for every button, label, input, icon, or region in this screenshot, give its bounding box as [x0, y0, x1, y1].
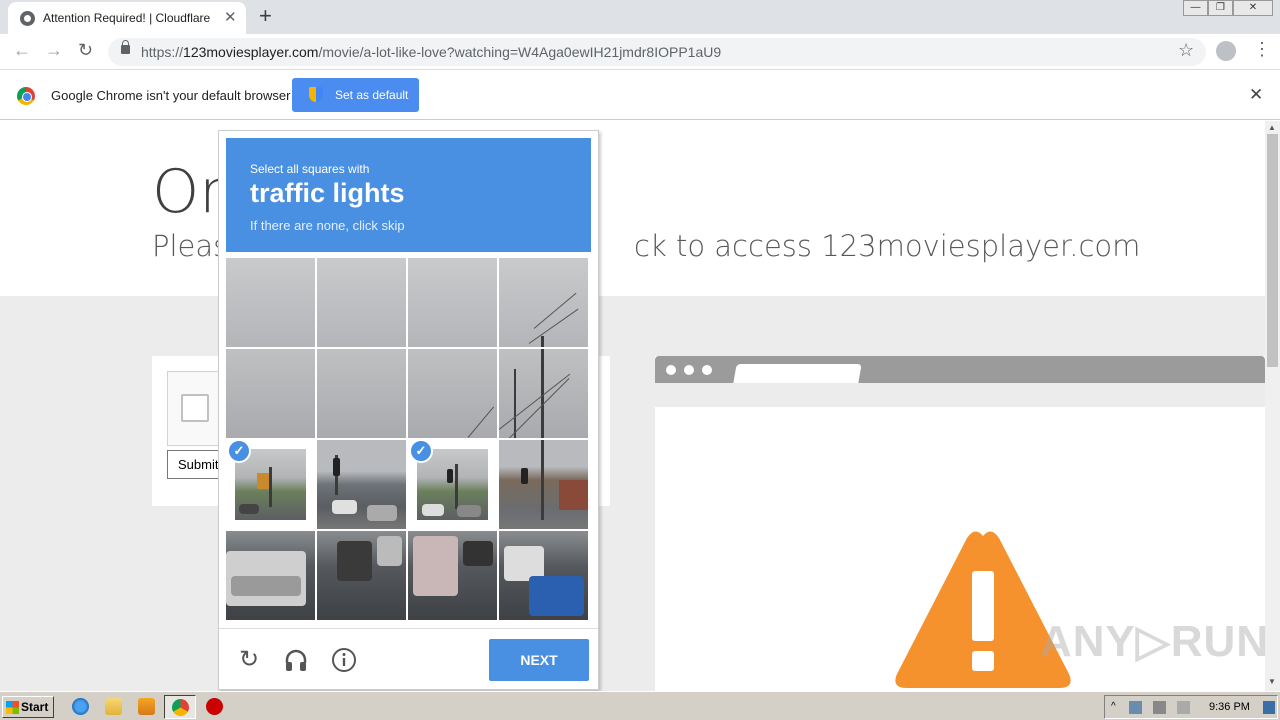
volume-icon[interactable]	[1153, 701, 1166, 714]
scroll-down-icon[interactable]: ▼	[1268, 677, 1276, 686]
action-center-flag-icon[interactable]	[1177, 701, 1190, 714]
page-scrollbar[interactable]: ▲ ▼	[1265, 121, 1280, 691]
windows-taskbar: Start ^ 9:36 PM	[0, 691, 1280, 720]
infobar-close-icon[interactable]: ✕	[1249, 85, 1263, 105]
globe-icon	[20, 11, 35, 26]
next-button[interactable]: NEXT	[489, 639, 589, 681]
chrome-logo-icon	[17, 87, 35, 105]
selected-check-icon: ✓	[409, 439, 433, 463]
chrome-taskbar-button[interactable]	[164, 695, 196, 719]
grid-tile[interactable]	[317, 531, 406, 620]
grid-tile[interactable]	[408, 531, 497, 620]
lock-icon[interactable]	[121, 40, 130, 54]
challenge-header: Select all squares with traffic lights I…	[226, 138, 591, 252]
audio-challenge-icon[interactable]	[283, 647, 309, 673]
grid-tile[interactable]	[226, 349, 315, 438]
grid-tile[interactable]	[317, 258, 406, 347]
tab-title: Attention Required! | Cloudflare	[43, 11, 211, 25]
address-bar[interactable]: https://123moviesplayer.com/movie/a-lot-…	[108, 38, 1206, 66]
tray-expand-icon[interactable]: ^	[1111, 701, 1124, 714]
grid-tile[interactable]	[499, 440, 588, 529]
url-text[interactable]: https://123moviesplayer.com/movie/a-lot-…	[141, 44, 721, 60]
minimize-button[interactable]: —	[1183, 0, 1208, 16]
internet-explorer-icon[interactable]	[72, 698, 89, 715]
subheading-left: Pleas	[152, 229, 229, 263]
folder-icon[interactable]	[105, 698, 122, 715]
tab-strip: Attention Required! | Cloudflare ✕ + — ❐…	[0, 0, 1280, 34]
grid-tile[interactable]	[499, 258, 588, 347]
grid-tile[interactable]	[499, 531, 588, 620]
reload-challenge-icon[interactable]: ↻	[236, 647, 262, 673]
chrome-icon	[172, 699, 189, 716]
grid-tile[interactable]	[499, 349, 588, 438]
windows-flag-icon	[6, 701, 19, 714]
challenge-hint: If there are none, click skip	[250, 218, 405, 233]
image-grid: ✓ ✓	[226, 258, 590, 622]
grid-tile[interactable]	[317, 349, 406, 438]
chrome-menu-icon[interactable]: ⋮	[1253, 40, 1271, 58]
network-icon[interactable]	[1129, 701, 1142, 714]
start-label: Start	[21, 700, 49, 714]
profile-avatar-icon[interactable]	[1216, 41, 1236, 61]
browser-tab[interactable]: Attention Required! | Cloudflare ✕	[8, 2, 246, 34]
info-icon[interactable]	[331, 647, 357, 673]
page-content: On Please complete the security check to…	[0, 121, 1265, 691]
reload-icon[interactable]: ↻	[78, 40, 93, 61]
new-tab-button[interactable]: +	[259, 3, 272, 29]
challenge-footer: ↻ NEXT	[219, 628, 598, 690]
close-window-button[interactable]: ✕	[1233, 0, 1273, 16]
default-browser-infobar: Google Chrome isn't your default browser…	[0, 71, 1280, 120]
challenge-instruction: Select all squares with	[250, 162, 370, 176]
infobar-message: Google Chrome isn't your default browser	[51, 88, 291, 103]
browser-toolbar: ← → ↻ https://123moviesplayer.com/movie/…	[0, 34, 1280, 70]
recaptcha-challenge: Select all squares with traffic lights I…	[218, 130, 599, 690]
back-icon[interactable]: ←	[13, 40, 31, 61]
illustration-titlebar	[655, 356, 1265, 383]
stop-icon[interactable]	[206, 698, 223, 715]
uac-shield-icon	[309, 87, 323, 102]
selected-check-icon: ✓	[227, 439, 251, 463]
grid-tile[interactable]	[317, 440, 406, 529]
captcha-checkbox[interactable]	[181, 394, 209, 422]
taskbar-clock[interactable]: 9:36 PM	[1209, 701, 1250, 713]
bookmark-star-icon[interactable]: ☆	[1178, 40, 1194, 61]
media-player-icon[interactable]	[138, 698, 155, 715]
start-button[interactable]: Start	[2, 696, 54, 718]
anyrun-watermark: ANY▷RUN	[1040, 617, 1270, 666]
set-as-default-button[interactable]: Set as default	[292, 78, 419, 112]
show-desktop-icon[interactable]	[1263, 701, 1275, 714]
forward-icon[interactable]: →	[45, 40, 63, 61]
tab-close-icon[interactable]: ✕	[224, 8, 237, 26]
grid-tile[interactable]	[226, 258, 315, 347]
restore-button[interactable]: ❐	[1208, 0, 1233, 16]
scroll-thumb[interactable]	[1267, 134, 1278, 367]
grid-tile[interactable]	[226, 531, 315, 620]
subheading-right: ck to access 123moviesplayer.com	[634, 229, 1141, 263]
grid-tile[interactable]	[408, 258, 497, 347]
system-tray: ^ 9:36 PM	[1104, 695, 1278, 719]
scroll-up-icon[interactable]: ▲	[1268, 123, 1276, 132]
grid-tile[interactable]	[408, 349, 497, 438]
challenge-target: traffic lights	[250, 178, 405, 208]
set-as-default-label: Set as default	[335, 88, 409, 102]
